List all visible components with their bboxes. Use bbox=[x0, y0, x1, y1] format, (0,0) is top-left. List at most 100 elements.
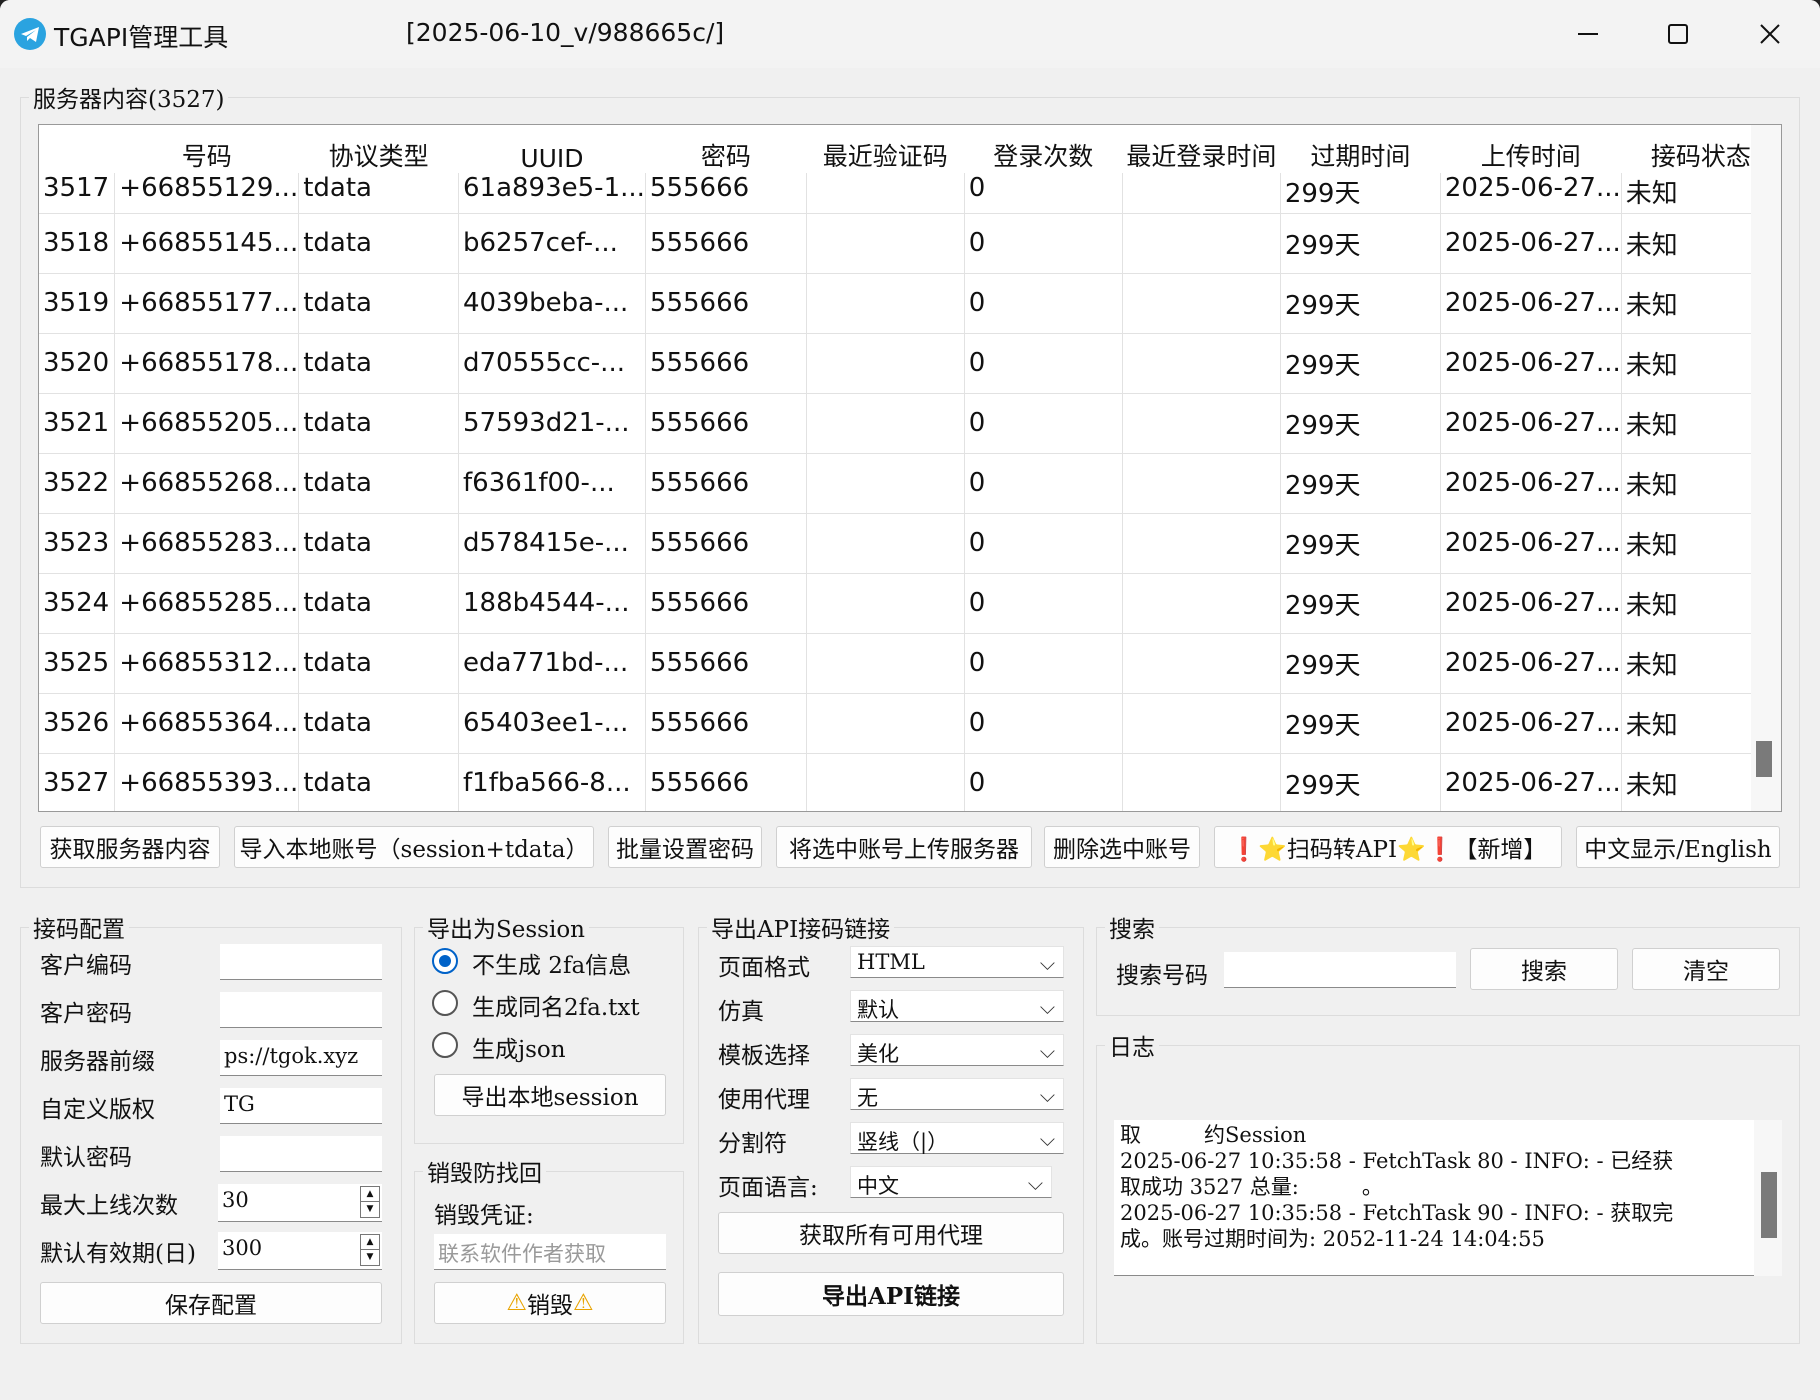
column-header[interactable]: 登录次数 bbox=[964, 125, 1123, 173]
table-row[interactable]: 3524 +66855285... tdata 188b4544-... 555666 0… bbox=[39, 573, 1781, 634]
table-cell: tdata bbox=[298, 173, 459, 214]
export-api-link-button[interactable]: 导出API链接 bbox=[718, 1272, 1064, 1316]
table-row[interactable]: 3527 +66855393... tdata f1fba566-8... 555666… bbox=[39, 753, 1781, 811]
server-prefix-input[interactable]: ps://tgok.xyz bbox=[220, 1040, 382, 1076]
validity-stepper[interactable]: ▲ ▼ bbox=[360, 1234, 380, 1266]
log-scroll-thumb[interactable] bbox=[1761, 1172, 1777, 1238]
accounts-table[interactable]: 号码 协议类型 UUID 密码 最近验证码 登录次数 最近登录时间 过期时间 上传时间 接码状态 … bbox=[38, 124, 1782, 812]
table-cell: 0 bbox=[964, 213, 1123, 274]
table-cell: 2025-06-27... bbox=[1440, 753, 1622, 811]
validity-spinbox[interactable]: 300 ▲ ▼ bbox=[218, 1232, 382, 1270]
column-header[interactable]: 最近登录时间 bbox=[1122, 125, 1281, 173]
get-proxies-button[interactable]: 获取所有可用代理 bbox=[718, 1212, 1064, 1254]
column-header[interactable]: 号码 bbox=[114, 125, 299, 173]
customer-code-label: 客户编码 bbox=[40, 953, 132, 979]
column-header[interactable]: 协议类型 bbox=[298, 125, 459, 173]
table-row[interactable]: 3521 +66855205... tdata 57593d21-... 555666 0… bbox=[39, 393, 1781, 454]
stepper-up-icon[interactable]: ▲ bbox=[361, 1187, 379, 1202]
page-format-select[interactable]: HTML ⌵ bbox=[850, 946, 1064, 978]
radio-json[interactable] bbox=[432, 1032, 458, 1058]
table-cell bbox=[806, 693, 965, 754]
column-header[interactable]: 过期时间 bbox=[1280, 125, 1441, 173]
app-version: [2025-06-10_v/988665c/] bbox=[406, 18, 725, 47]
template-select[interactable]: 美化 ⌵ bbox=[850, 1034, 1064, 1066]
language-toggle-button[interactable]: 中文显示/English bbox=[1576, 826, 1780, 868]
table-cell: 555666 bbox=[645, 633, 807, 694]
table-row[interactable]: 3517 +66855129... tdata 61a893e5-1... 555666… bbox=[39, 173, 1781, 214]
maximize-icon[interactable] bbox=[1650, 14, 1706, 54]
import-local-button[interactable]: 导入本地账号（session+tdata） bbox=[234, 826, 594, 868]
page-format-value: HTML bbox=[857, 950, 925, 974]
table-row[interactable]: 3523 +66855283... tdata d578415e-... 555666 0… bbox=[39, 513, 1781, 574]
customer-code-input[interactable] bbox=[220, 944, 382, 980]
table-cell: 3521 bbox=[39, 393, 116, 454]
table-cell: tdata bbox=[298, 333, 459, 394]
destroy-credential-input[interactable]: 联系软件作者获取 bbox=[434, 1234, 666, 1270]
stepper-down-icon[interactable]: ▼ bbox=[361, 1250, 379, 1265]
telegram-icon bbox=[14, 18, 46, 50]
column-header[interactable]: 最近验证码 bbox=[806, 125, 965, 173]
search-number-input[interactable] bbox=[1224, 952, 1456, 988]
max-logins-stepper[interactable]: ▲ ▼ bbox=[360, 1186, 380, 1218]
table-row[interactable]: 3522 +66855268... tdata f6361f00-... 555666 0… bbox=[39, 453, 1781, 514]
column-header[interactable] bbox=[39, 125, 115, 173]
default-password-input[interactable] bbox=[220, 1136, 382, 1172]
radio-no-2fa[interactable] bbox=[432, 948, 458, 974]
validity-label: 默认有效期(日) bbox=[40, 1241, 196, 1267]
table-cell bbox=[806, 753, 965, 811]
table-cell: tdata bbox=[298, 633, 459, 694]
search-button[interactable]: 搜索 bbox=[1470, 948, 1618, 990]
table-row[interactable]: 3519 +66855177... tdata 4039beba-... 555666 0… bbox=[39, 273, 1781, 334]
batch-password-button[interactable]: 批量设置密码 bbox=[608, 826, 762, 868]
fetch-server-button[interactable]: 获取服务器内容 bbox=[40, 826, 220, 868]
table-cell bbox=[806, 513, 965, 574]
close-icon[interactable] bbox=[1742, 14, 1798, 54]
search-legend: 搜索 bbox=[1109, 917, 1155, 943]
log-scrollbar[interactable] bbox=[1754, 1120, 1782, 1276]
table-cell: f1fba566-8... bbox=[458, 753, 646, 811]
table-row[interactable]: 3520 +66855178... tdata d70555cc-... 555666 0… bbox=[39, 333, 1781, 394]
table-scrollbar[interactable] bbox=[1751, 125, 1781, 811]
delete-selected-button[interactable]: 删除选中账号 bbox=[1044, 826, 1200, 868]
log-output[interactable]: 取 约Session 2025-06-27 10:35:58 - FetchTa… bbox=[1114, 1120, 1782, 1276]
customer-password-input[interactable] bbox=[220, 992, 382, 1028]
table-header-row: 号码 协议类型 UUID 密码 最近验证码 登录次数 最近登录时间 过期时间 上传时间 接码状态 bbox=[39, 125, 1781, 173]
table-cell: +66855129... bbox=[114, 173, 300, 214]
radio-2fa-txt[interactable] bbox=[432, 990, 458, 1016]
proxy-select[interactable]: 无 ⌵ bbox=[850, 1078, 1064, 1110]
column-header[interactable]: UUID bbox=[458, 125, 646, 173]
column-header[interactable]: 上传时间 bbox=[1440, 125, 1622, 173]
column-header[interactable]: 密码 bbox=[645, 125, 807, 173]
max-logins-spinbox[interactable]: 30 ▲ ▼ bbox=[218, 1184, 382, 1222]
table-cell: 3518 bbox=[39, 213, 116, 274]
table-cell: 555666 bbox=[645, 273, 807, 334]
table-cell: 2025-06-27... bbox=[1440, 393, 1622, 454]
table-row[interactable]: 3518 +66855145... tdata b6257cef-... 555666 0… bbox=[39, 213, 1781, 274]
stepper-down-icon[interactable]: ▼ bbox=[361, 1202, 379, 1217]
qr-to-api-button[interactable]: ❗⭐扫码转API⭐❗【新增】 bbox=[1214, 826, 1562, 868]
destroy-button[interactable]: ⚠ 销毁 ⚠ bbox=[434, 1282, 666, 1324]
copyright-input[interactable]: TG bbox=[220, 1088, 382, 1124]
minimize-icon[interactable] bbox=[1560, 14, 1616, 54]
export-local-session-button[interactable]: 导出本地session bbox=[434, 1074, 666, 1116]
clear-button[interactable]: 清空 bbox=[1632, 948, 1780, 990]
table-row[interactable]: 3525 +66855312... tdata eda771bd-... 555666 0… bbox=[39, 633, 1781, 694]
log-line: 成。账号过期时间为: 2052-11-24 14:04:55 bbox=[1120, 1227, 1545, 1251]
save-config-button[interactable]: 保存配置 bbox=[40, 1282, 382, 1324]
separator-value: 竖线（|） bbox=[857, 1130, 949, 1154]
page-language-select[interactable]: 中文 ⌵ bbox=[850, 1166, 1052, 1198]
table-cell: tdata bbox=[298, 573, 459, 634]
separator-select[interactable]: 竖线（|） ⌵ bbox=[850, 1122, 1064, 1154]
table-cell: 2025-06-27... bbox=[1440, 273, 1622, 334]
table-cell: 188b4544-... bbox=[458, 573, 646, 634]
table-row[interactable]: 3526 +66855364... tdata 65403ee1-... 555666 0… bbox=[39, 693, 1781, 754]
stepper-up-icon[interactable]: ▲ bbox=[361, 1235, 379, 1250]
table-scroll-thumb[interactable] bbox=[1756, 741, 1772, 777]
export-api-legend: 导出API接码链接 bbox=[711, 917, 891, 943]
table-cell: 555666 bbox=[645, 573, 807, 634]
proxy-value: 无 bbox=[857, 1086, 878, 1110]
upload-selected-button[interactable]: 将选中账号上传服务器 bbox=[776, 826, 1032, 868]
emulate-select[interactable]: 默认 ⌵ bbox=[850, 990, 1064, 1022]
table-cell: 555666 bbox=[645, 453, 807, 514]
table-cell: 4039beba-... bbox=[458, 273, 646, 334]
